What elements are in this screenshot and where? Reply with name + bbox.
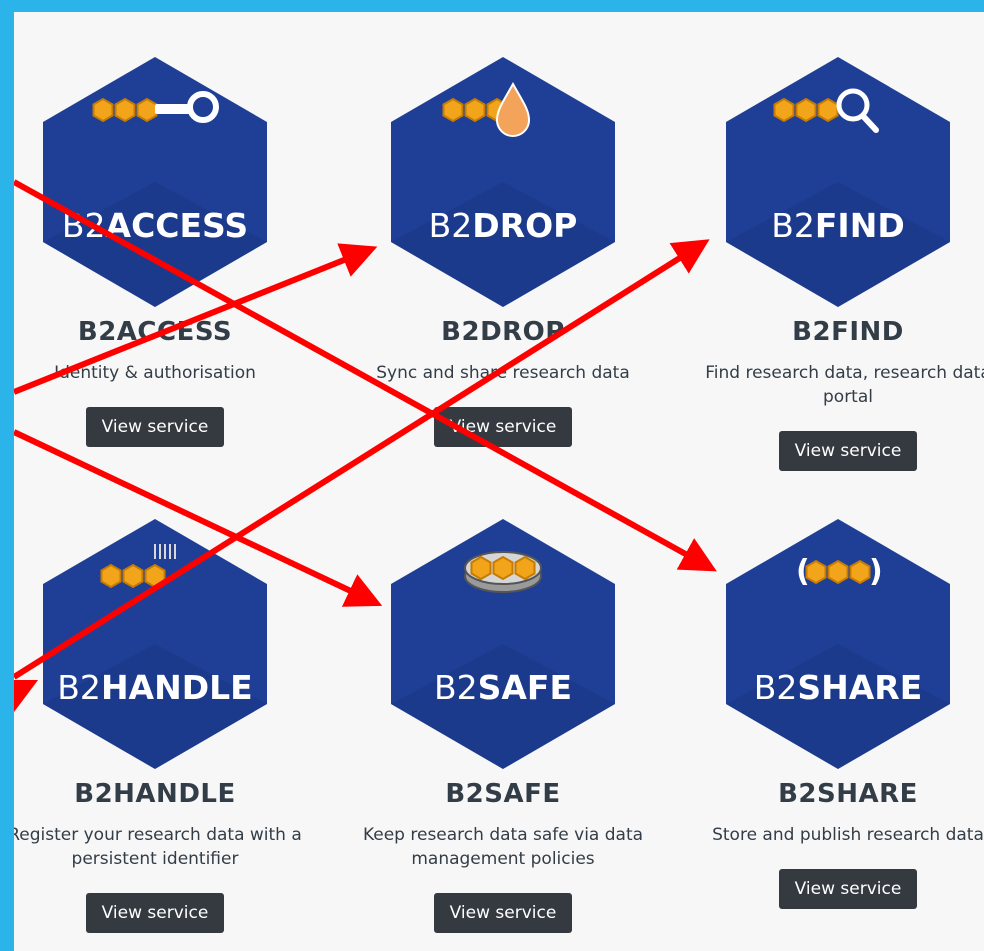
svg-text:): ) (869, 554, 883, 589)
b2find-logo[interactable]: B2FIND (688, 42, 984, 317)
hexagon-logo: B2SAFE (391, 519, 615, 769)
service-description: Sync and share research data (376, 363, 630, 383)
services-panel: B2ACCESS B2ACCESS Identity & authorisati… (14, 12, 984, 951)
service-card-b2safe: B2SAFE B2SAFE Keep research data safe vi… (353, 504, 653, 933)
service-card-b2share: () B2SHARE B2SHARE Store and publish rese… (688, 504, 984, 909)
hexagon-logo: ()B2SHARE (726, 519, 950, 769)
b2access-logo[interactable]: B2ACCESS (14, 42, 305, 317)
b2drop-logo[interactable]: B2DROP (353, 42, 653, 317)
b2safe-logo[interactable]: B2SAFE (353, 504, 653, 779)
service-card-b2access: B2ACCESS B2ACCESS Identity & authorisati… (14, 42, 305, 447)
view-service-button-b2find[interactable]: View service (778, 431, 918, 471)
service-title: B2DROP (441, 317, 565, 347)
view-service-button-b2drop[interactable]: View service (433, 407, 573, 447)
hexagon-label: B2SAFE (434, 668, 572, 707)
hexagon-label: B2FIND (771, 206, 904, 245)
view-service-button-b2safe[interactable]: View service (433, 893, 573, 933)
service-card-b2handle: B2HANDLE B2HANDLE Register your research… (14, 504, 305, 933)
hexagon-label: B2HANDLE (57, 668, 252, 707)
service-title: B2HANDLE (74, 779, 236, 809)
service-description: Identity & authorisation (54, 363, 256, 383)
service-description: Keep research data safe via data managem… (362, 825, 644, 869)
view-service-button-b2share[interactable]: View service (778, 869, 918, 909)
service-title: B2SHARE (778, 779, 918, 809)
hexagon-logo: B2ACCESS (43, 57, 267, 307)
service-title: B2FIND (792, 317, 904, 347)
hexagon-label: B2ACCESS (62, 206, 248, 245)
service-title: B2ACCESS (77, 317, 233, 347)
service-card-b2find: B2FIND B2FIND Find research data, resear… (688, 42, 984, 471)
safe-disk-icon (464, 551, 542, 593)
b2share-logo[interactable]: () B2SHARE (688, 504, 984, 779)
b2handle-logo[interactable]: B2HANDLE (14, 504, 305, 779)
service-description: Find research data, research data portal (705, 363, 984, 407)
hexagon-logo: B2FIND (726, 57, 950, 307)
hexagon-logo: B2DROP (391, 57, 615, 307)
hexagon-label: B2DROP (429, 206, 578, 245)
view-service-button-b2access[interactable]: View service (85, 407, 225, 447)
hexagon-logo: B2HANDLE (43, 519, 267, 769)
view-service-button-b2handle[interactable]: View service (85, 893, 225, 933)
service-description: Store and publish research data (712, 825, 984, 845)
service-description: Register your research data with a persi… (14, 825, 302, 869)
service-card-b2drop: B2DROP B2DROP Sync and share research da… (353, 42, 653, 447)
service-title: B2SAFE (445, 779, 561, 809)
hexagon-label: B2SHARE (754, 668, 923, 707)
